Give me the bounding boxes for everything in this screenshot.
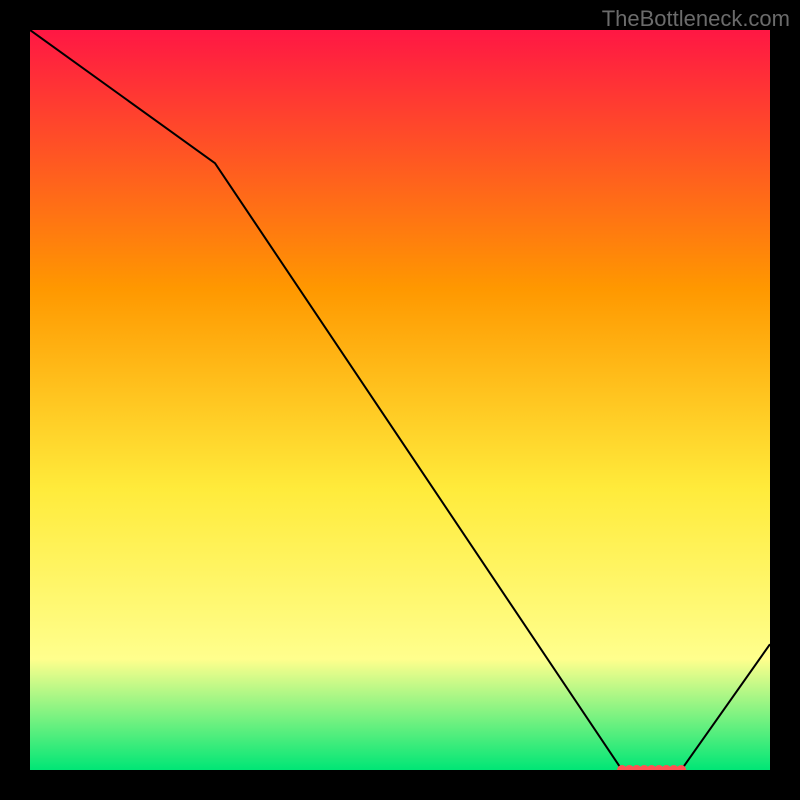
- marker-group: [617, 765, 686, 770]
- plot-area: [30, 30, 770, 770]
- chart-svg: [30, 30, 770, 770]
- watermark-text: TheBottleneck.com: [602, 6, 790, 32]
- chart-wrapper: TheBottleneck.com: [0, 0, 800, 800]
- gradient-background: [30, 30, 770, 770]
